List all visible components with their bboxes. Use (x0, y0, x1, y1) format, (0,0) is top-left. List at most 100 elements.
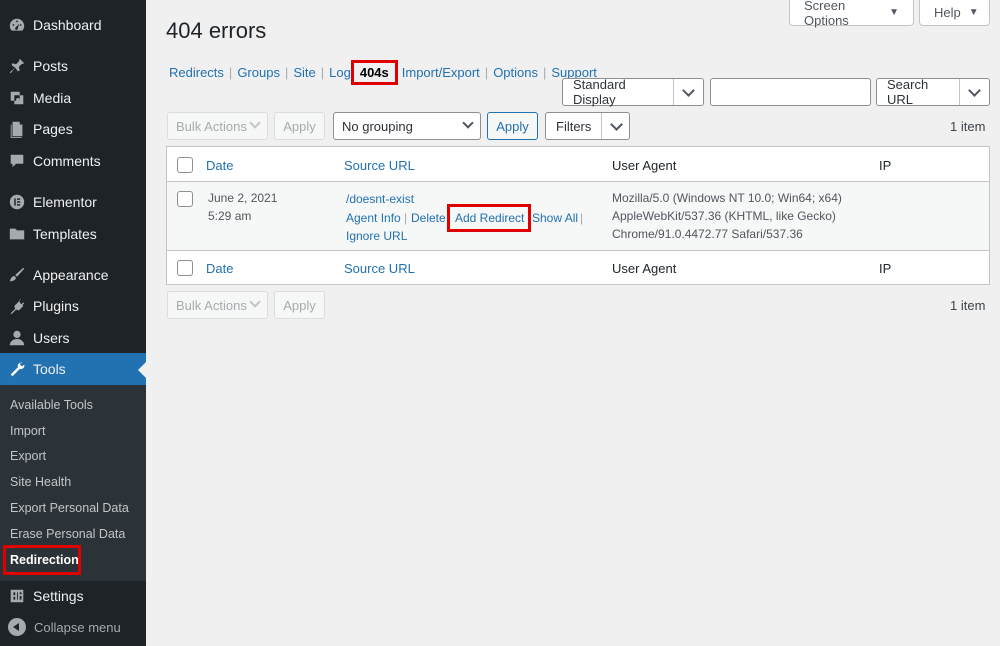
agent-info-link[interactable]: Agent Info (346, 211, 401, 225)
column-user-agent: User Agent (612, 261, 677, 276)
action-separator: | (404, 211, 408, 225)
subnav-redirects[interactable]: Redirects (169, 65, 224, 80)
submenu-site-health[interactable]: Site Health (10, 475, 71, 489)
log-table: Date Source URL User Agent IP June 2, 20… (166, 146, 990, 285)
screen-options-button[interactable]: Screen Options ▼ (789, 0, 914, 28)
delete-link[interactable]: Delete (411, 211, 446, 225)
highlight-box: 404s (350, 60, 398, 85)
collapse-menu-button[interactable]: Collapse menu (0, 612, 146, 642)
highlight-box (3, 545, 81, 575)
menu-media[interactable]: Media (0, 82, 146, 114)
wrench-icon (7, 359, 27, 379)
menu-dashboard[interactable]: Dashboard (0, 9, 146, 41)
grouping-label: No grouping (342, 118, 413, 134)
brush-icon (7, 265, 27, 285)
table-row: June 2, 2021 5:29 am /doesnt-exist Agent… (167, 182, 989, 250)
menu-label: Tools (33, 361, 66, 377)
menu-label: Users (33, 330, 70, 346)
help-button[interactable]: Help ▼ (919, 0, 990, 26)
item-count: 1 item (950, 119, 986, 134)
subnav-import-export[interactable]: Import/Export (402, 65, 480, 80)
apply-label: Apply (496, 118, 529, 134)
column-ip: IP (879, 261, 892, 276)
screen-options-label: Screen Options (804, 0, 849, 28)
ignore-url-link[interactable]: Ignore URL (346, 229, 407, 243)
elementor-icon (7, 192, 27, 212)
subnav-site[interactable]: Site (293, 65, 315, 80)
menu-pages[interactable]: Pages (0, 113, 146, 145)
row-source-url-link[interactable]: /doesnt-exist (346, 192, 414, 206)
collapse-icon (8, 618, 26, 636)
menu-elementor[interactable]: Elementor (0, 186, 146, 218)
chevron-down-icon (249, 296, 261, 308)
column-date[interactable]: Date (206, 158, 233, 173)
chevron-down-icon (673, 79, 703, 105)
bulk-actions-select-bottom[interactable]: Bulk Actions (167, 291, 268, 319)
menu-plugins[interactable]: Plugins (0, 290, 146, 322)
subnav-groups[interactable]: Groups (237, 65, 280, 80)
comments-icon (7, 151, 27, 171)
collapse-label: Collapse menu (34, 619, 121, 635)
menu-label: Settings (33, 588, 84, 604)
pages-icon (7, 119, 27, 139)
column-source-url[interactable]: Source URL (344, 158, 415, 173)
caret-down-icon: ▼ (968, 7, 979, 18)
bulk-actions-label: Bulk Actions (176, 118, 247, 134)
menu-settings[interactable]: Settings (0, 580, 146, 612)
dashboard-icon (7, 15, 27, 35)
menu-comments[interactable]: Comments (0, 145, 146, 177)
apply-label: Apply (283, 118, 316, 134)
apply-bulk-button[interactable]: Apply (274, 112, 325, 140)
submenu-erase-personal-data[interactable]: Erase Personal Data (10, 527, 125, 541)
row-user-agent-line: AppleWebKit/537.36 (KHTML, like Gecko) (612, 209, 836, 223)
media-icon (7, 88, 27, 108)
caret-down-icon: ▼ (889, 7, 899, 18)
subnav-404s[interactable]: 404s (360, 65, 389, 80)
row-checkbox[interactable] (177, 191, 193, 207)
submenu-import[interactable]: Import (10, 424, 45, 438)
menu-tools[interactable]: Tools (0, 353, 146, 385)
plug-icon (7, 296, 27, 316)
menu-label: Posts (33, 58, 69, 74)
menu-posts[interactable]: Posts (0, 50, 146, 82)
chevron-down-icon (601, 113, 629, 139)
submenu-available-tools[interactable]: Available Tools (10, 398, 93, 412)
show-all-link[interactable]: Show All (532, 211, 578, 225)
menu-appearance[interactable]: Appearance (0, 259, 146, 291)
menu-label: Dashboard (33, 17, 102, 33)
row-date: June 2, 2021 (208, 191, 278, 205)
display-select[interactable]: Standard Display (562, 77, 704, 107)
chevron-down-icon (249, 117, 261, 129)
menu-users[interactable]: Users (0, 322, 146, 354)
column-date[interactable]: Date (206, 261, 233, 276)
select-all-checkbox[interactable] (177, 260, 193, 276)
menu-label: Templates (33, 226, 97, 242)
select-all-checkbox[interactable] (177, 157, 193, 173)
menu-label: Pages (33, 121, 73, 137)
bulk-actions-select[interactable]: Bulk Actions (167, 112, 268, 140)
menu-label: Appearance (33, 267, 109, 283)
help-label: Help (934, 5, 961, 20)
subnav-options[interactable]: Options (493, 65, 538, 80)
menu-templates[interactable]: Templates (0, 218, 146, 250)
bulk-actions-label: Bulk Actions (176, 297, 247, 313)
submenu-export[interactable]: Export (10, 449, 46, 463)
search-url-label: Search URL (887, 77, 929, 107)
submenu-export-personal-data[interactable]: Export Personal Data (10, 501, 129, 515)
add-redirect-link[interactable]: Add Redirect (455, 211, 524, 225)
column-source-url[interactable]: Source URL (344, 261, 415, 276)
table-footer: Date Source URL User Agent IP (167, 250, 989, 285)
folder-icon (7, 224, 27, 244)
menu-label: Media (33, 90, 72, 106)
grouping-select[interactable]: No grouping (333, 112, 481, 140)
subnav-log[interactable]: Log (329, 65, 351, 80)
apply-grouping-button[interactable]: Apply (487, 112, 538, 140)
search-input[interactable] (710, 78, 871, 106)
menu-label: Comments (33, 153, 101, 169)
row-time: 5:29 am (208, 209, 252, 223)
apply-bulk-button-bottom[interactable]: Apply (274, 291, 325, 319)
menu-label: Plugins (33, 298, 79, 314)
search-url-button[interactable]: Search URL (876, 77, 990, 107)
filters-button[interactable]: Filters (545, 112, 630, 140)
row-user-agent-line: Mozilla/5.0 (Windows NT 10.0; Win64; x64… (612, 191, 842, 205)
